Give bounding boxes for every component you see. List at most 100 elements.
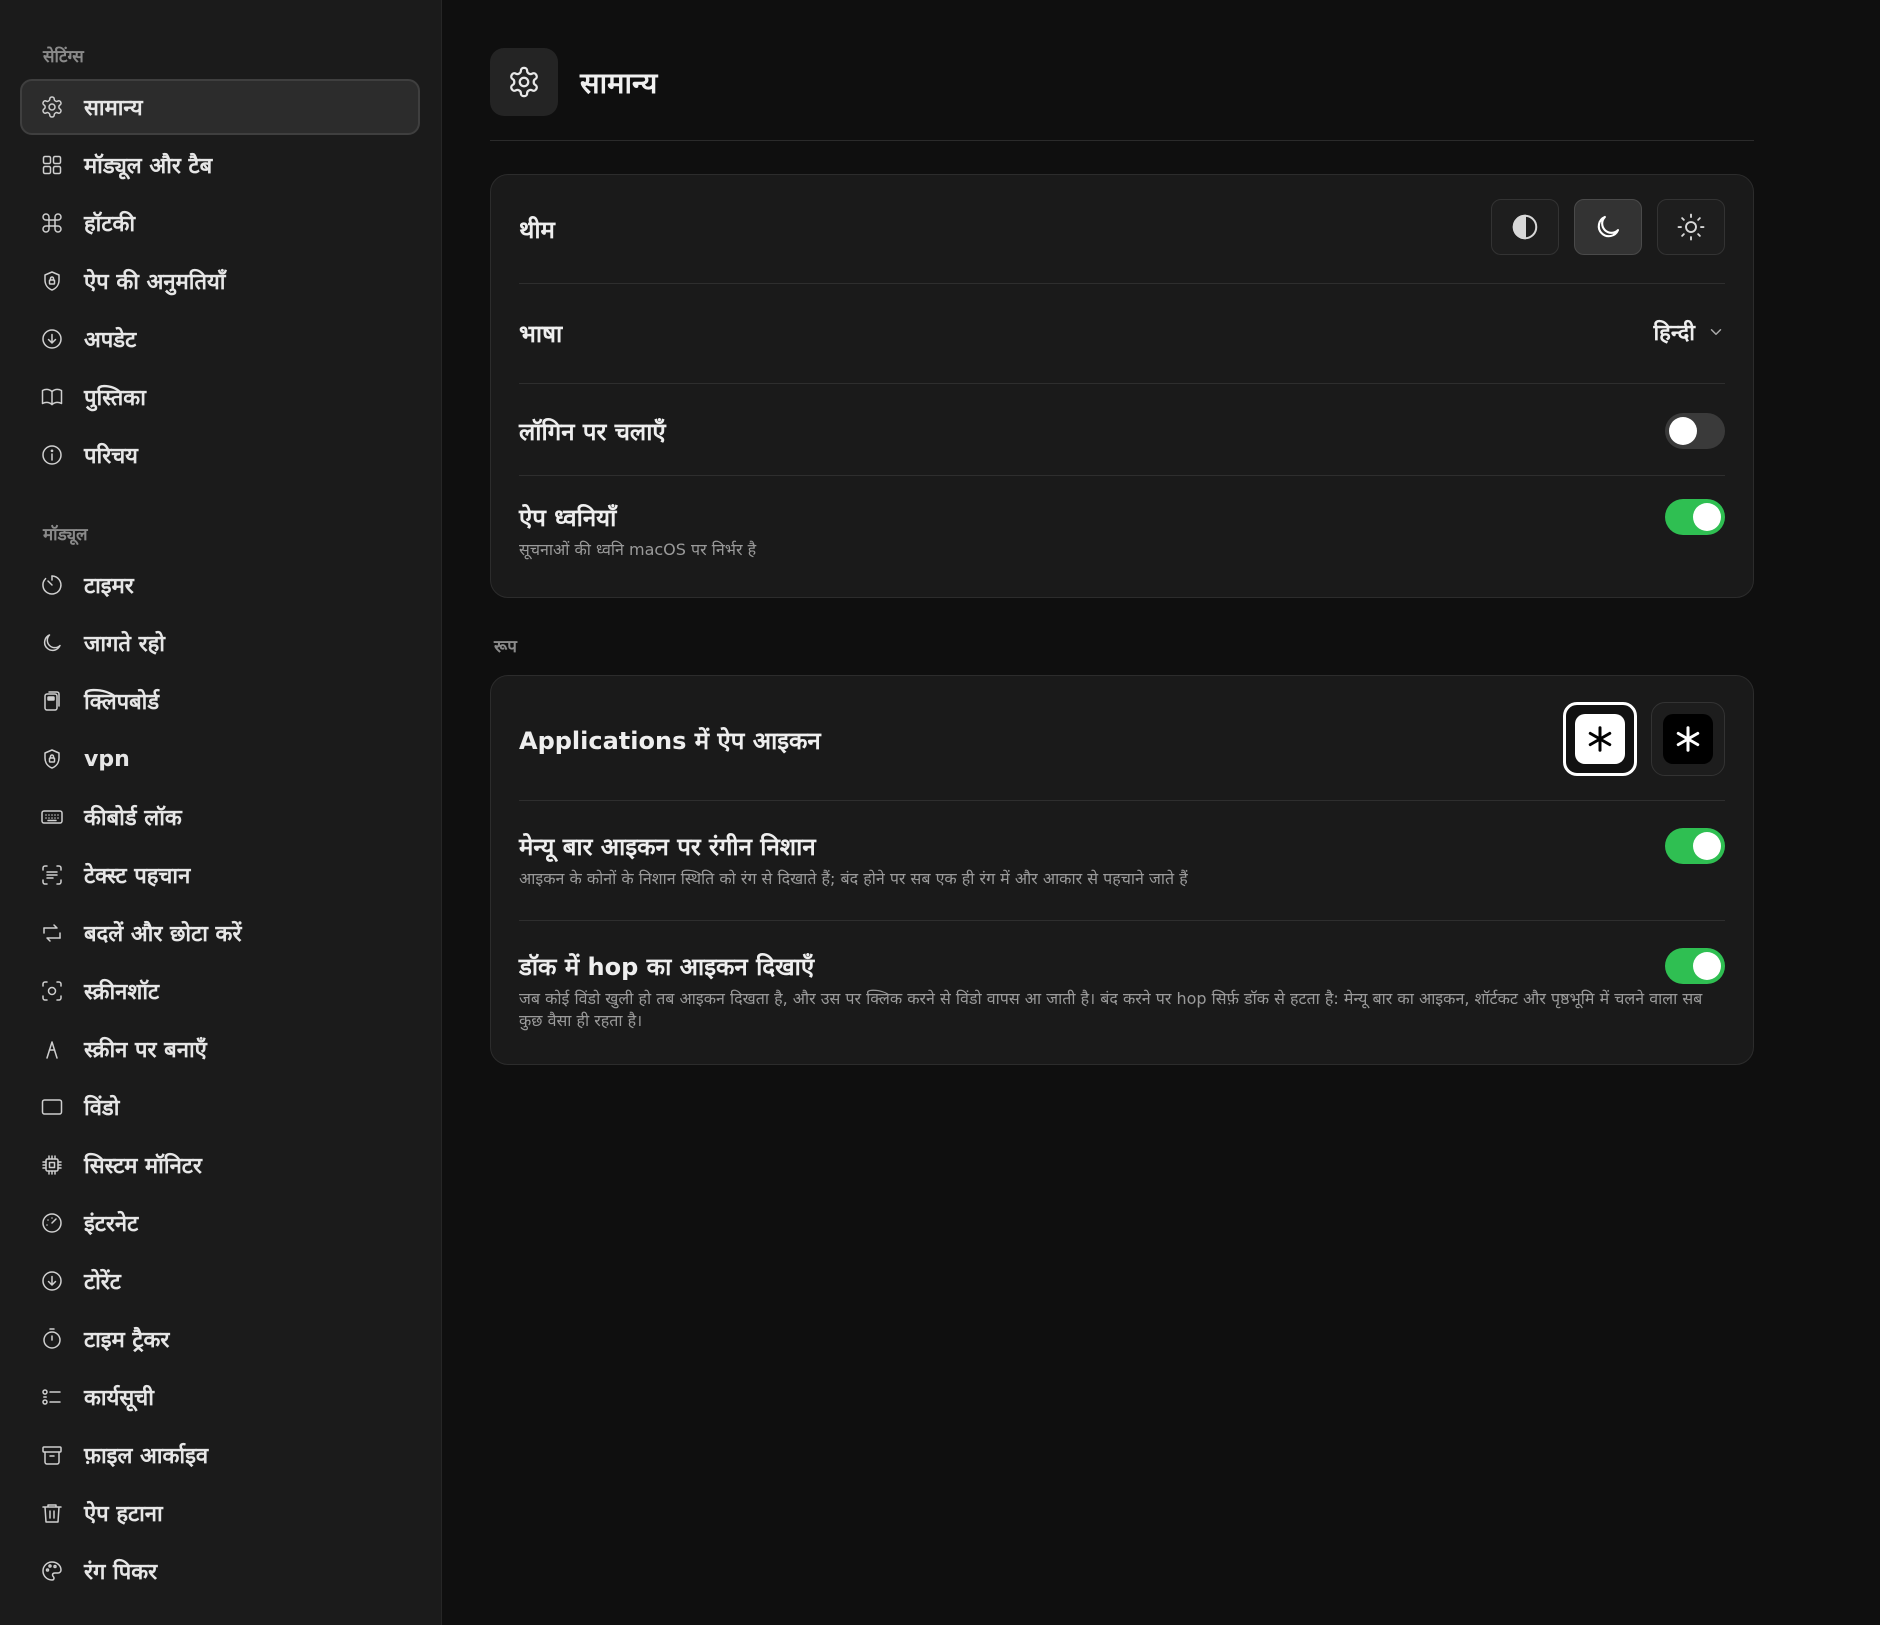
theme-label: थीम [519, 216, 555, 244]
language-row: भाषा हिन्दी [519, 295, 1725, 367]
sidebar-item-settings-6[interactable]: परिचय [20, 427, 420, 483]
moon-icon [1597, 215, 1620, 238]
chevron-down-icon [1710, 329, 1722, 335]
sidebar-item-label: vpn [84, 746, 130, 772]
sidebar-item-modules-15[interactable]: फ़ाइल आर्काइव [20, 1427, 420, 1483]
page-header: सामान्य [490, 48, 657, 116]
app-icon-dark-option[interactable] [1651, 702, 1725, 776]
archive-icon [40, 1443, 64, 1467]
sidebar-item-label: कार्यसूची [84, 1386, 154, 1411]
gear-icon [40, 95, 64, 119]
toggle-knob [1693, 503, 1721, 531]
convert-icon [40, 921, 64, 945]
sidebar-item-modules-8[interactable]: स्क्रीन पर बनाएँ [20, 1021, 420, 1077]
sidebar-item-modules-6[interactable]: बदलें और छोटा करें [20, 905, 420, 961]
sidebar-item-label: क्लिपबोर्ड [84, 690, 160, 715]
language-select[interactable]: हिन्दी [1653, 317, 1725, 347]
sidebar-item-label: इंटरनेट [84, 1212, 139, 1237]
divider [519, 383, 1725, 384]
sidebar-item-settings-3[interactable]: ऐप की अनुमतियाँ [20, 253, 420, 309]
sidebar-item-settings-1[interactable]: मॉड्यूल और टैब [20, 137, 420, 193]
dock-icon-label: डॉक में hop का आइकन दिखाएँ [519, 953, 815, 981]
download-circle-icon [40, 1269, 64, 1293]
sidebar-item-modules-14[interactable]: कार्यसूची [20, 1369, 420, 1425]
theme-light-button[interactable] [1657, 199, 1725, 255]
toggle-knob [1693, 832, 1721, 860]
app-sounds-toggle[interactable] [1665, 499, 1725, 535]
sidebar-item-label: रंग पिकर [84, 1560, 158, 1585]
app-sounds-row: ऐप ध्वनियाँ सूचनाओं की ध्वनि macOS पर नि… [519, 479, 1725, 589]
sidebar-item-modules-3[interactable]: vpn [20, 731, 420, 787]
app-icon-light-tile [1575, 714, 1625, 764]
palette-icon [40, 1559, 64, 1583]
app-sounds-description: सूचनाओं की ध्वनि macOS पर निर्भर है [519, 540, 757, 559]
app-sounds-label: ऐप ध्वनियाँ [519, 504, 617, 532]
sidebar-item-modules-16[interactable]: ऐप हटाना [20, 1485, 420, 1541]
appearance-section-label: रूप [494, 637, 517, 657]
shield-lock-icon [40, 269, 64, 293]
sidebar-item-modules-12[interactable]: टोरेंट [20, 1253, 420, 1309]
language-value: हिन्दी [1653, 321, 1695, 346]
sidebar-item-label: ऐप हटाना [84, 1502, 163, 1527]
sidebar-item-label: मॉड्यूल और टैब [84, 154, 213, 179]
app-icon-row: Applications में ऐप आइकन [519, 702, 1725, 778]
sidebar-item-label: फ़ाइल आर्काइव [84, 1444, 209, 1469]
checklist-icon [40, 1385, 64, 1409]
text-scan-icon [40, 863, 64, 887]
sidebar-item-label: टेक्स्ट पहचान [84, 864, 191, 889]
theme-auto-button[interactable] [1491, 199, 1559, 255]
appearance-settings-card: Applications में ऐप आइकन मेन्यू बार आइकन… [490, 675, 1754, 1065]
main-panel: सामान्य थीम भाषा हिन्दी लॉगिन पर चलाएँ ऐ… [442, 0, 1880, 1625]
sun-icon [1677, 213, 1705, 241]
sidebar-item-label: सिस्टम मॉनिटर [84, 1154, 202, 1179]
launch-at-login-label: लॉगिन पर चलाएँ [519, 418, 666, 446]
sidebar-item-label: स्क्रीनशॉट [84, 980, 160, 1005]
sidebar-item-label: स्क्रीन पर बनाएँ [84, 1038, 207, 1063]
page-title: सामान्य [580, 65, 658, 100]
dock-icon-description: जब कोई विंडो खुली हो तब आइकन दिखता है, औ… [519, 989, 1703, 1030]
sidebar-item-settings-4[interactable]: अपडेट [20, 311, 420, 367]
sidebar-item-settings-2[interactable]: हॉटकी [20, 195, 420, 251]
dock-icon-row: डॉक में hop का आइकन दिखाएँ जब कोई विंडो … [519, 926, 1725, 1056]
theme-dark-button[interactable] [1574, 199, 1642, 255]
info-icon [40, 443, 64, 467]
settings-heading: सेटिंग्स [43, 47, 84, 67]
language-label: भाषा [519, 320, 563, 348]
sidebar-item-modules-5[interactable]: टेक्स्ट पहचान [20, 847, 420, 903]
sidebar-item-label: अपडेट [84, 328, 137, 353]
sidebar-item-label: टोरेंट [84, 1270, 121, 1295]
sidebar-item-settings-5[interactable]: पुस्तिका [20, 369, 420, 425]
toggle-knob [1693, 952, 1721, 980]
asterisk-icon [1676, 726, 1700, 752]
book-icon [40, 385, 64, 409]
moon-icon [40, 631, 64, 655]
menubar-marks-row: मेन्यू बार आइकन पर रंगीन निशान आइकन के क… [519, 806, 1725, 916]
sidebar-item-settings-0[interactable]: सामान्य [20, 79, 420, 135]
menubar-marks-toggle[interactable] [1665, 828, 1725, 864]
sidebar-item-modules-2[interactable]: क्लिपबोर्ड [20, 673, 420, 729]
launch-at-login-row: लॉगिन पर चलाएँ [519, 387, 1725, 475]
launch-at-login-toggle[interactable] [1665, 413, 1725, 449]
sidebar-item-modules-9[interactable]: विंडो [20, 1079, 420, 1135]
app-icon-light-option[interactable] [1563, 702, 1637, 776]
cpu-icon [40, 1153, 64, 1177]
asterisk-icon [1588, 726, 1612, 752]
dock-icon-toggle[interactable] [1665, 948, 1725, 984]
sidebar-item-modules-4[interactable]: कीबोर्ड लॉक [20, 789, 420, 845]
sidebar-item-modules-1[interactable]: जागते रहो [20, 615, 420, 671]
speedometer-icon [40, 1211, 64, 1235]
window-icon [40, 1095, 64, 1119]
theme-row: थीम [519, 199, 1725, 257]
sidebar-item-modules-13[interactable]: टाइम ट्रैकर [20, 1311, 420, 1367]
menubar-marks-description: आइकन के कोनों के निशान स्थिति को रंग से … [519, 869, 1188, 888]
sidebar-item-modules-10[interactable]: सिस्टम मॉनिटर [20, 1137, 420, 1193]
sidebar-item-label: टाइमर [84, 574, 134, 599]
sidebar-item-modules-17[interactable]: रंग पिकर [20, 1543, 420, 1599]
menubar-marks-label: मेन्यू बार आइकन पर रंगीन निशान [519, 833, 816, 861]
gear-icon [490, 48, 558, 116]
sidebar-item-modules-7[interactable]: स्क्रीनशॉट [20, 963, 420, 1019]
sidebar-item-modules-0[interactable]: टाइमर [20, 557, 420, 613]
keyboard-icon [40, 805, 64, 829]
sidebar-item-modules-11[interactable]: इंटरनेट [20, 1195, 420, 1251]
sidebar-item-label: विंडो [84, 1096, 120, 1121]
